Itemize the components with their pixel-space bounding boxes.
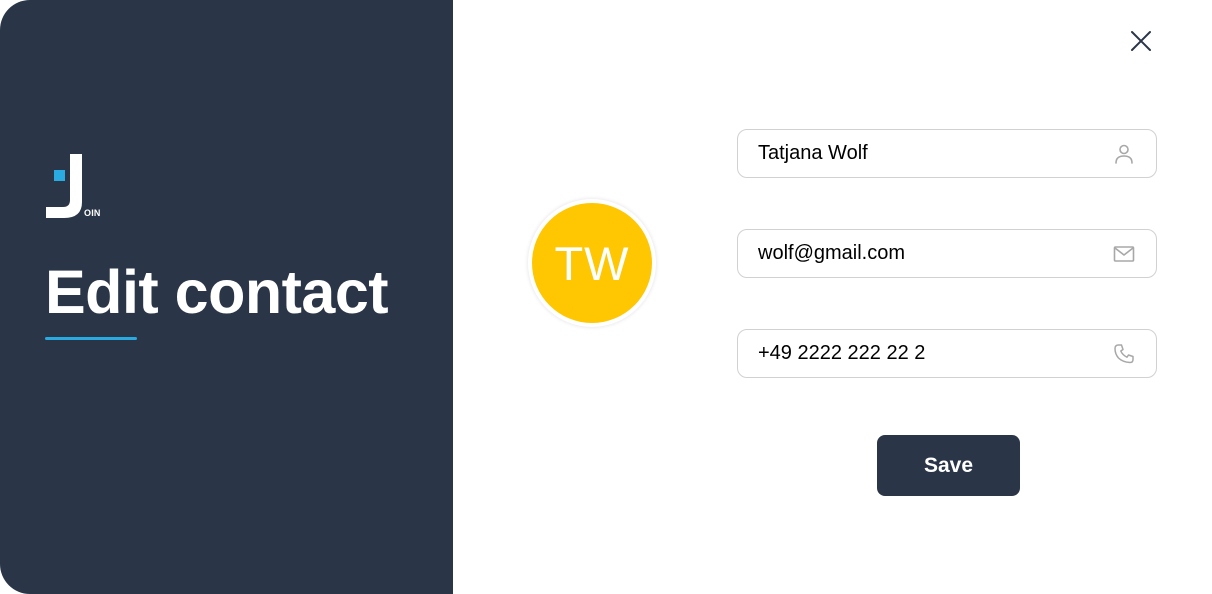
name-input[interactable] [758, 130, 1098, 177]
edit-contact-dialog: OIN Edit contact TW Save [0, 0, 1212, 594]
phone-icon [1114, 344, 1134, 364]
mail-icon [1113, 246, 1135, 262]
join-logo: OIN [44, 152, 104, 224]
email-field[interactable] [737, 229, 1157, 278]
person-icon [1115, 144, 1133, 164]
logo-text: OIN [84, 208, 101, 218]
side-panel: OIN Edit contact [0, 0, 453, 594]
name-field[interactable] [737, 129, 1157, 178]
save-button[interactable]: Save [877, 435, 1020, 496]
avatar-initials: TW [554, 236, 630, 290]
page-title: Edit contact [45, 258, 389, 326]
close-button[interactable] [1121, 21, 1161, 61]
avatar-ring: TW [528, 199, 656, 327]
email-input[interactable] [758, 230, 1098, 277]
close-icon [1131, 31, 1151, 51]
phone-input[interactable] [758, 330, 1098, 377]
avatar: TW [532, 203, 652, 323]
phone-field[interactable] [737, 329, 1157, 378]
title-underline [45, 337, 137, 340]
